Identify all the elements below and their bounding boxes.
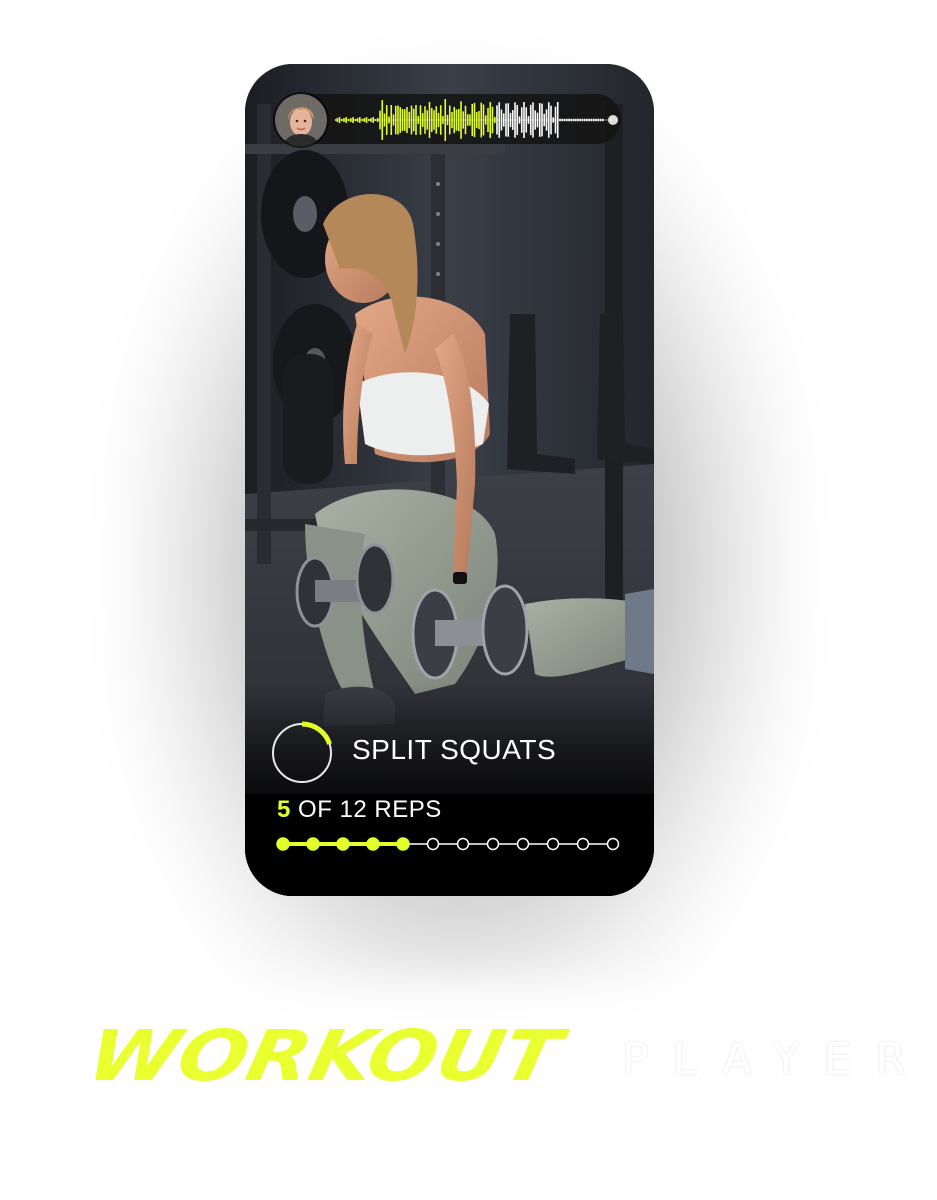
rep-dot-pending — [606, 837, 620, 851]
rep-dot-completed — [276, 837, 290, 851]
rep-dot-completed — [306, 837, 320, 851]
rep-dot-pending — [516, 837, 530, 851]
reps-progress-track — [276, 837, 620, 851]
player-word: PLAYER — [622, 1034, 930, 1085]
exercise-title: SPLIT SQUATS — [352, 734, 557, 765]
reps-total-label: OF 12 REPS — [290, 796, 442, 823]
rep-dot-pending — [456, 837, 470, 851]
trainer-avatar-icon[interactable] — [275, 94, 327, 146]
rep-dot-pending — [546, 837, 560, 851]
rep-dot-pending — [426, 837, 440, 851]
branding-label: WORKOUT PLAYER — [95, 1010, 937, 1120]
reps-counter: 5 OF 12 REPS — [277, 796, 442, 824]
circular-timer-icon — [272, 721, 332, 783]
workout-script-word: WORKOUT — [95, 1015, 573, 1097]
rep-dot-pending — [486, 837, 500, 851]
rep-dot-pending — [576, 837, 590, 851]
audio-waveform-icon[interactable] — [335, 96, 621, 144]
rep-dot-completed — [336, 837, 350, 851]
phone-screen: SPLIT SQUATS 5 OF 12 REPS — [245, 64, 654, 896]
rep-dot-completed — [396, 837, 410, 851]
current-rep: 5 — [277, 796, 291, 823]
svg-text:WORKOUT: WORKOUT — [95, 1015, 573, 1097]
rep-dot-completed — [366, 837, 380, 851]
